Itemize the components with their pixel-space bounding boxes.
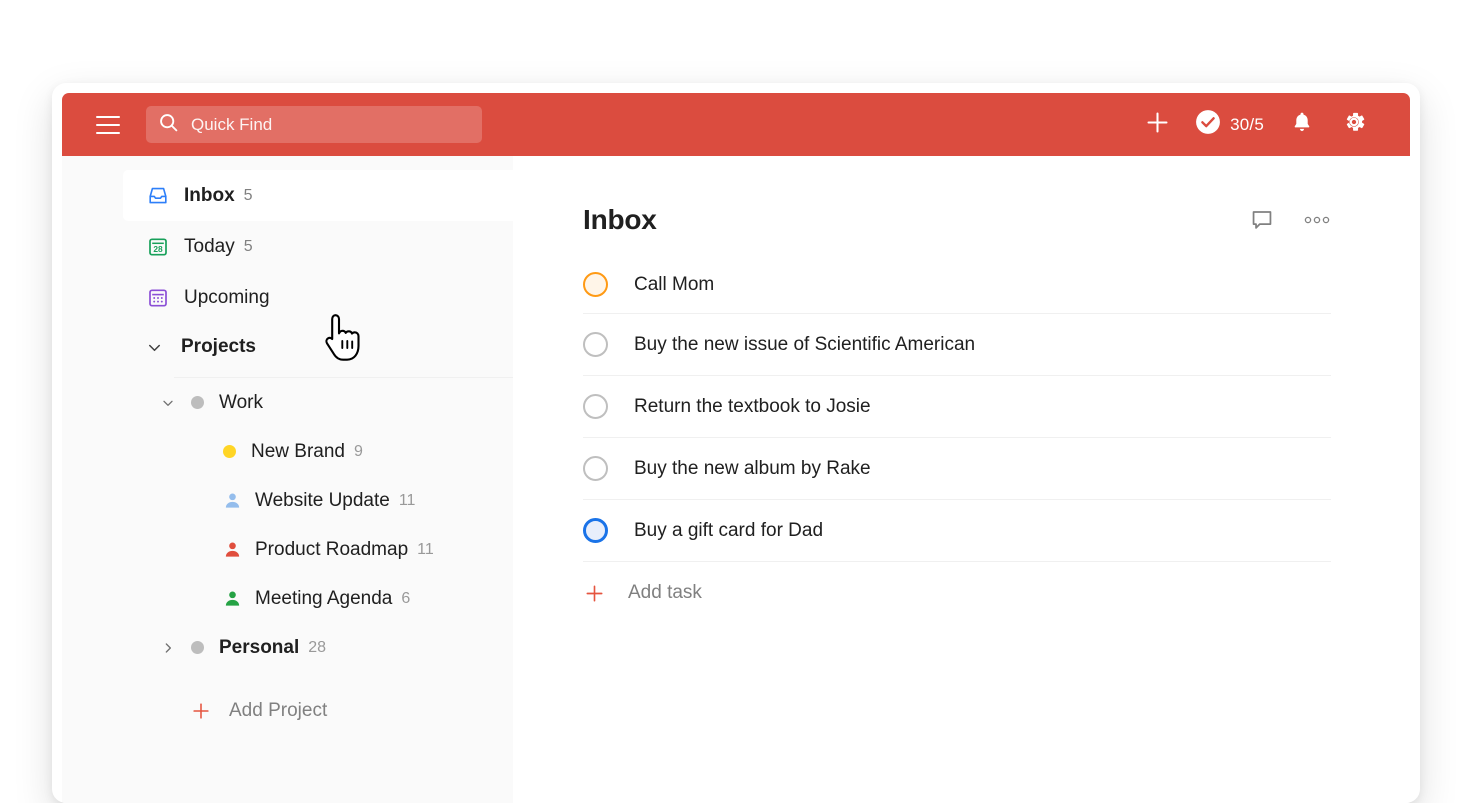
project-count: 28 — [308, 638, 327, 656]
page-title: Inbox — [583, 204, 657, 235]
project-color-dot — [223, 445, 236, 458]
task-row[interactable]: Buy a gift card for Dad — [583, 500, 1331, 562]
task-label: Buy the new issue of Scientific American — [634, 333, 976, 355]
sidebar-project-new-brand[interactable]: New Brand 9 — [62, 427, 513, 476]
search-icon — [158, 112, 179, 138]
sidebar-item-label: Inbox — [184, 184, 235, 206]
menu-bar-1 — [96, 115, 120, 118]
content-area: Inbox Call Mom Buy the new issue of Scie… — [513, 156, 1410, 803]
search-input[interactable] — [191, 114, 470, 135]
menu-bar-2 — [96, 123, 120, 126]
settings-button[interactable] — [1328, 101, 1380, 149]
top-bar-actions: 30/5 — [1131, 101, 1392, 149]
search-input-wrapper[interactable] — [146, 106, 482, 143]
task-list: Call Mom Buy the new issue of Scientific… — [583, 256, 1331, 562]
task-label: Buy a gift card for Dad — [634, 519, 824, 541]
project-count: 11 — [398, 491, 416, 509]
sidebar-project-work[interactable]: Work — [62, 378, 513, 427]
karma-counter[interactable]: 30/5 — [1183, 101, 1276, 149]
project-label: Meeting Agenda — [255, 587, 393, 609]
sidebar: Inbox 5 28 Today 5 Upcoming Projects Wor… — [62, 156, 513, 803]
projects-section-header[interactable]: Projects — [123, 323, 513, 371]
task-label: Return the textbook to Josie — [634, 395, 871, 417]
app-window: 30/5 — [52, 83, 1420, 803]
plus-icon — [583, 582, 606, 605]
project-color-dot — [191, 641, 204, 654]
sidebar-project-meeting-agenda[interactable]: Meeting Agenda 6 — [62, 574, 513, 623]
add-project-label: Add Project — [229, 700, 328, 721]
add-project-button[interactable]: Add Project — [62, 686, 513, 736]
inbox-tray-icon — [145, 183, 170, 208]
check-circle-icon — [1195, 109, 1221, 140]
sidebar-project-website-update[interactable]: Website Update 11 — [62, 476, 513, 525]
svg-text:28: 28 — [153, 244, 163, 254]
project-color-dot — [191, 396, 204, 409]
project-count: 9 — [354, 442, 363, 460]
chevron-right-icon[interactable] — [157, 640, 179, 656]
plus-icon — [190, 700, 212, 722]
add-task-button[interactable] — [1131, 101, 1183, 149]
sidebar-item-upcoming[interactable]: Upcoming — [123, 272, 513, 323]
comments-icon[interactable] — [1249, 207, 1275, 233]
task-checkbox[interactable] — [583, 332, 608, 357]
calendar-grid-icon — [145, 285, 170, 310]
task-row[interactable]: Buy the new album by Rake — [583, 438, 1331, 500]
project-label: Work — [219, 391, 263, 413]
task-row[interactable]: Call Mom — [583, 256, 1331, 314]
more-options-icon[interactable] — [1303, 215, 1331, 225]
projects-title: Projects — [181, 336, 256, 357]
sidebar-item-count: 5 — [243, 237, 253, 255]
task-label: Call Mom — [634, 273, 715, 295]
gear-icon — [1341, 109, 1367, 140]
task-checkbox[interactable] — [583, 272, 608, 297]
sidebar-item-today[interactable]: 28 Today 5 — [123, 221, 513, 272]
top-bar: 30/5 — [62, 93, 1410, 156]
sidebar-item-label: Upcoming — [184, 286, 270, 308]
project-label: New Brand — [251, 440, 345, 462]
project-label: Website Update — [255, 489, 390, 511]
task-row[interactable]: Return the textbook to Josie — [583, 376, 1331, 438]
task-row[interactable]: Buy the new issue of Scientific American — [583, 314, 1331, 376]
chevron-down-icon[interactable] — [157, 395, 179, 411]
task-checkbox[interactable] — [583, 518, 608, 543]
chevron-down-icon[interactable] — [145, 338, 164, 357]
project-label: Personal — [219, 636, 300, 658]
project-count: 11 — [417, 540, 434, 558]
bell-icon — [1290, 110, 1314, 139]
task-label: Buy the new album by Rake — [634, 457, 871, 479]
sidebar-project-product-roadmap[interactable]: Product Roadmap 11 — [62, 525, 513, 574]
add-task-button[interactable]: Add task — [583, 562, 1331, 624]
project-label: Product Roadmap — [255, 538, 409, 560]
body-split: Inbox 5 28 Today 5 Upcoming Projects Wor… — [62, 156, 1410, 803]
sidebar-item-inbox[interactable]: Inbox 5 — [123, 170, 513, 221]
task-checkbox[interactable] — [583, 456, 608, 481]
notifications-button[interactable] — [1276, 101, 1328, 149]
person-icon — [223, 491, 242, 510]
person-icon — [223, 589, 242, 608]
menu-bar-3 — [96, 131, 120, 134]
sidebar-project-personal[interactable]: Personal 28 — [62, 623, 513, 672]
person-icon — [223, 540, 242, 559]
project-count: 6 — [401, 589, 411, 607]
calendar-28-icon: 28 — [145, 234, 170, 259]
task-checkbox[interactable] — [583, 394, 608, 419]
window-inner: 30/5 — [62, 93, 1410, 803]
content-header: Inbox — [583, 204, 1331, 236]
karma-value: 30/5 — [1230, 114, 1264, 134]
sidebar-item-label: Today — [184, 235, 235, 257]
sidebar-item-count: 5 — [243, 186, 253, 204]
add-task-label: Add task — [628, 582, 702, 603]
content-actions — [1249, 207, 1331, 233]
plus-icon — [1144, 109, 1171, 141]
hamburger-menu-icon[interactable] — [88, 105, 128, 145]
